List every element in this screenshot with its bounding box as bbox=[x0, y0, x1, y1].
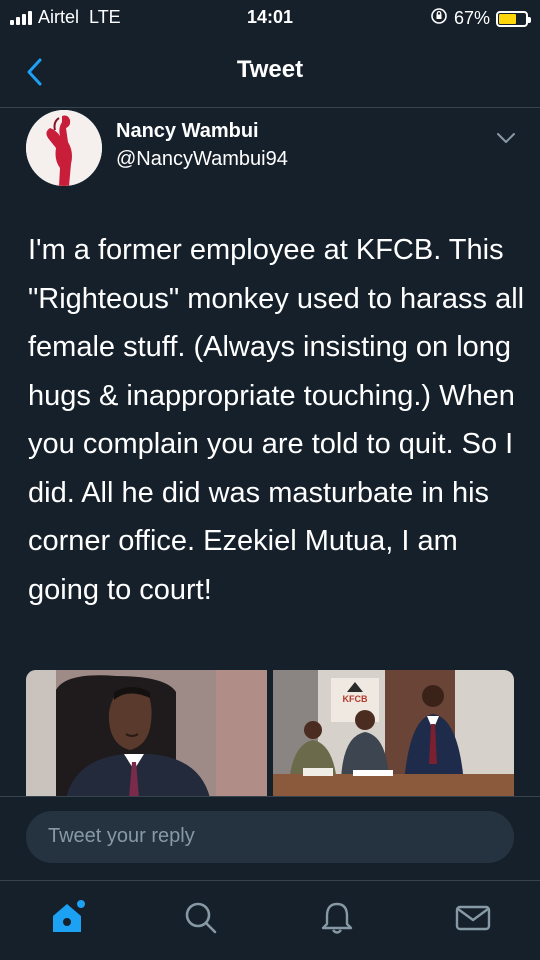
author-handle[interactable]: @NancyWambui94 bbox=[116, 148, 288, 171]
tab-notifications[interactable] bbox=[314, 895, 360, 941]
tweet-text: I'm a former employee at KFCB. This "Rig… bbox=[28, 234, 525, 606]
battery-info: 67% bbox=[430, 7, 531, 30]
bell-icon bbox=[321, 902, 353, 934]
mail-icon bbox=[455, 905, 491, 931]
battery-percent: 67% bbox=[453, 8, 490, 28]
battery-level bbox=[499, 13, 517, 24]
nav-bar: Tweet bbox=[0, 36, 540, 108]
tab-messages[interactable] bbox=[450, 895, 496, 941]
kfcb-sign: KFCB bbox=[343, 694, 368, 704]
media-image-1[interactable] bbox=[26, 670, 267, 798]
page-title: Tweet bbox=[236, 56, 304, 83]
home-icon bbox=[53, 900, 85, 932]
battery-icon bbox=[496, 10, 531, 27]
tweet: Nancy Wambui @NancyWambui94 I'm a former… bbox=[0, 108, 540, 798]
search-icon bbox=[185, 902, 217, 934]
tab-search[interactable] bbox=[178, 895, 224, 941]
status-bar: Airtel LTE 14:01 67% bbox=[0, 0, 540, 36]
tab-bar bbox=[0, 880, 540, 960]
tweet-media: KFCB bbox=[26, 670, 514, 798]
chevron-down-icon bbox=[497, 133, 515, 143]
reply-bar: Tweet your reply bbox=[0, 796, 540, 880]
press-conference-photo: KFCB bbox=[273, 670, 514, 798]
orientation-lock-icon bbox=[430, 7, 448, 30]
more-options-button[interactable] bbox=[494, 126, 518, 150]
avatar-image bbox=[26, 110, 102, 186]
reply-input[interactable]: Tweet your reply bbox=[26, 811, 514, 863]
tab-home[interactable] bbox=[44, 895, 90, 941]
avatar[interactable] bbox=[26, 110, 102, 186]
author-name[interactable]: Nancy Wambui bbox=[116, 120, 259, 143]
man-in-office-chair-photo bbox=[26, 670, 267, 798]
media-image-2[interactable]: KFCB bbox=[273, 670, 514, 798]
